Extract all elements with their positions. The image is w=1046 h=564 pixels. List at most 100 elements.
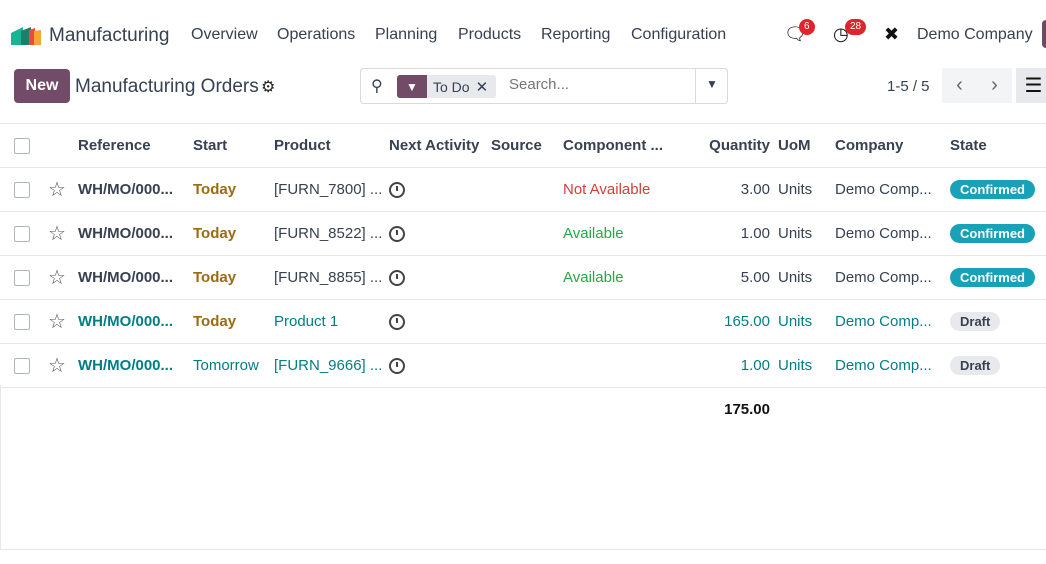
row-checkbox[interactable] — [14, 226, 30, 243]
debug-tools-icon[interactable]: ✖ — [884, 24, 899, 45]
activity-clock-icon[interactable] — [389, 314, 405, 331]
col-state[interactable]: State — [950, 123, 1046, 168]
quantity: 5.00 — [673, 255, 778, 300]
start-date: Tomorrow — [193, 343, 274, 388]
filter-facet: ▼ To Do ✕ — [397, 75, 497, 98]
source — [491, 255, 563, 300]
uom: Units — [778, 167, 835, 212]
gear-icon[interactable]: ⚙ — [261, 77, 275, 97]
table-row[interactable]: ☆ WH/MO/000... Today Product 1 165.00 Un… — [0, 299, 1046, 344]
component-status: Not Available — [563, 167, 673, 212]
activity-clock-icon[interactable] — [389, 270, 405, 287]
pager-previous-button[interactable]: ‹ — [942, 68, 977, 103]
col-component-status[interactable]: Component ... — [563, 123, 673, 168]
reference: WH/MO/000... — [78, 167, 193, 212]
manufacturing-app-logo[interactable] — [11, 25, 41, 45]
start-date: Today — [193, 255, 274, 300]
company: Demo Comp... — [835, 211, 950, 256]
source — [491, 211, 563, 256]
search-options-chevron-icon[interactable]: ▼ — [706, 77, 718, 91]
app-name[interactable]: Manufacturing — [49, 25, 169, 47]
uom: Units — [778, 211, 835, 256]
reference: WH/MO/000... — [78, 211, 193, 256]
priority-star-icon[interactable]: ☆ — [48, 311, 66, 333]
product: [FURN_8522] ... — [274, 211, 389, 256]
source — [491, 343, 563, 388]
menu-operations[interactable]: Operations — [277, 26, 355, 44]
quantity: 1.00 — [673, 211, 778, 256]
col-company[interactable]: Company — [835, 123, 950, 168]
state-badge: Draft — [950, 312, 1001, 331]
activity-clock-icon[interactable] — [389, 182, 405, 199]
table-row[interactable]: ☆ WH/MO/000... Today [FURN_8522] ... Ava… — [0, 211, 1046, 256]
reference: WH/MO/000... — [78, 343, 193, 388]
company: Demo Comp... — [835, 343, 950, 388]
facet-remove-icon[interactable]: ✕ — [476, 78, 497, 96]
menu-planning[interactable]: Planning — [375, 26, 437, 44]
list-view-icon[interactable]: ☰ — [1016, 68, 1046, 103]
select-all-checkbox[interactable] — [14, 138, 30, 155]
row-checkbox[interactable] — [14, 314, 30, 331]
menu-reporting[interactable]: Reporting — [541, 26, 610, 44]
menu-overview[interactable]: Overview — [191, 26, 258, 44]
quantity: 1.00 — [673, 343, 778, 388]
component-status: Available — [563, 211, 673, 256]
col-next-activity[interactable]: Next Activity — [389, 123, 491, 168]
menu-configuration[interactable]: Configuration — [631, 26, 726, 44]
facet-label: To Do — [433, 78, 470, 95]
state-badge: Draft — [950, 356, 1001, 375]
uom: Units — [778, 299, 835, 344]
product: [FURN_8855] ... — [274, 255, 389, 300]
reference: WH/MO/000... — [78, 299, 193, 344]
source — [491, 167, 563, 212]
page-title[interactable]: Manufacturing Orders — [75, 76, 259, 98]
filter-icon: ▼ — [397, 75, 427, 98]
user-avatar[interactable] — [1042, 20, 1046, 48]
uom: Units — [778, 343, 835, 388]
activity-clock-icon[interactable] — [389, 226, 405, 243]
col-product[interactable]: Product — [274, 123, 389, 168]
search-input[interactable] — [509, 76, 689, 93]
priority-star-icon[interactable]: ☆ — [48, 355, 66, 377]
priority-star-icon[interactable]: ☆ — [48, 223, 66, 245]
search-bar: ⚲ ▼ To Do ✕ ▼ — [360, 68, 728, 104]
search-icon[interactable]: ⚲ — [371, 76, 383, 96]
start-date: Today — [193, 167, 274, 212]
quantity: 3.00 — [673, 167, 778, 212]
product: [FURN_9666] ... — [274, 343, 389, 388]
messages-badge: 6 — [799, 19, 815, 35]
menu-products[interactable]: Products — [458, 26, 521, 44]
pager-next-button[interactable]: › — [977, 68, 1012, 103]
component-status: Available — [563, 255, 673, 300]
table-row[interactable]: ☆ WH/MO/000... Today [FURN_8855] ... Ava… — [0, 255, 1046, 300]
col-source[interactable]: Source — [491, 123, 563, 168]
company: Demo Comp... — [835, 299, 950, 344]
new-button[interactable]: New — [14, 69, 70, 103]
reference: WH/MO/000... — [78, 255, 193, 300]
company: Demo Comp... — [835, 167, 950, 212]
row-checkbox[interactable] — [14, 358, 30, 375]
col-start[interactable]: Start — [193, 123, 274, 168]
table-row[interactable]: ☆ WH/MO/000... Today [FURN_7800] ... Not… — [0, 167, 1046, 212]
pager-value[interactable]: 1-5 / 5 — [887, 78, 930, 95]
col-reference[interactable]: Reference — [78, 123, 193, 168]
row-checkbox[interactable] — [14, 182, 30, 199]
product: Product 1 — [274, 299, 389, 344]
component-status — [563, 343, 673, 388]
start-date: Today — [193, 211, 274, 256]
state-badge: Confirmed — [950, 268, 1035, 287]
col-quantity[interactable]: Quantity — [673, 123, 778, 168]
total-quantity: 175.00 — [724, 401, 770, 419]
state-badge: Confirmed — [950, 180, 1035, 199]
table-row[interactable]: ☆ WH/MO/000... Tomorrow [FURN_9666] ... … — [0, 343, 1046, 388]
priority-star-icon[interactable]: ☆ — [48, 267, 66, 289]
quantity: 165.00 — [673, 299, 778, 344]
top-navbar: Manufacturing Overview Operations Planni… — [0, 0, 1046, 66]
priority-star-icon[interactable]: ☆ — [48, 179, 66, 201]
activity-clock-icon[interactable] — [389, 358, 405, 375]
totals-row: 175.00 — [0, 388, 1046, 432]
row-checkbox[interactable] — [14, 270, 30, 287]
product: [FURN_7800] ... — [274, 167, 389, 212]
col-uom[interactable]: UoM — [778, 123, 835, 168]
company-switcher[interactable]: Demo Company — [917, 26, 1033, 44]
